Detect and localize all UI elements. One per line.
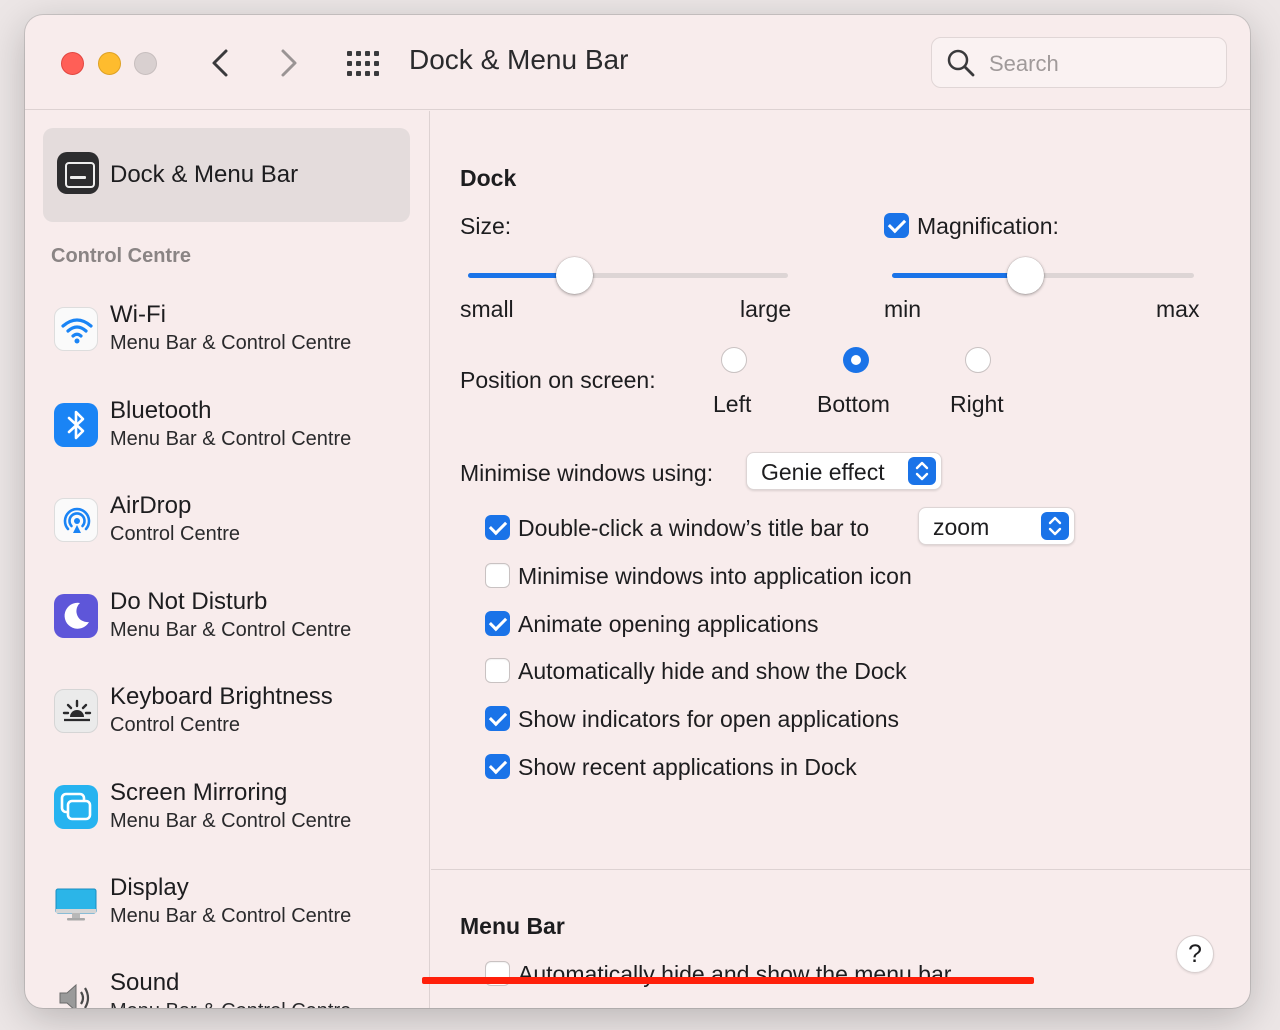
search-field[interactable]: Search — [931, 37, 1227, 88]
autohide-dock-checkbox[interactable] — [485, 658, 510, 683]
sidebar-item-dock-menu-bar[interactable]: Dock & Menu Bar — [43, 128, 410, 222]
sidebar-item-airdrop[interactable]: AirDrop Control Centre — [51, 492, 411, 572]
sidebar-item-title: Sound — [110, 969, 180, 996]
magnification-slider[interactable] — [892, 257, 1194, 294]
sidebar-item-display[interactable]: Display Menu Bar & Control Centre — [51, 874, 411, 954]
animate-label: Animate opening applications — [518, 611, 819, 637]
recent-apps-label: Show recent applications in Dock — [518, 754, 857, 780]
search-placeholder: Search — [989, 51, 1059, 76]
minimize-window-button[interactable] — [98, 52, 121, 75]
system-preferences-window: Dock & Menu Bar Search Dock & Menu Bar C… — [25, 15, 1250, 1008]
sidebar-item-subtitle: Menu Bar & Control Centre — [110, 905, 352, 927]
sidebar-item-sound[interactable]: Sound Menu Bar & Control Centre — [51, 969, 411, 1008]
bluetooth-icon — [54, 403, 98, 447]
double-click-checkbox[interactable] — [485, 515, 510, 540]
autohide-dock-label: Automatically hide and show the Dock — [518, 658, 907, 684]
position-right-label: Right — [950, 391, 1004, 417]
magnification-label: Magnification: — [917, 213, 1059, 239]
size-label: Size: — [460, 213, 512, 239]
minimise-into-icon-checkbox[interactable] — [485, 563, 510, 588]
sidebar-section-header: Control Centre — [51, 245, 191, 267]
position-left-radio[interactable] — [721, 347, 747, 373]
sidebar-item-label: Dock & Menu Bar — [110, 161, 299, 188]
minimise-into-icon-label: Minimise windows into application icon — [518, 563, 912, 589]
magnification-min-label: min — [884, 296, 922, 322]
indicators-checkbox[interactable] — [485, 706, 510, 731]
sidebar-item-screen-mirroring[interactable]: Screen Mirroring Menu Bar & Control Cent… — [51, 779, 411, 859]
magnification-checkbox[interactable] — [884, 213, 909, 238]
indicators-label: Show indicators for open applications — [518, 706, 900, 732]
chevron-left-icon — [212, 49, 228, 77]
select-value: zoom — [933, 514, 990, 540]
annotation-underline — [422, 977, 1034, 984]
section-divider — [431, 869, 1250, 870]
sidebar-item-title: Wi-Fi — [110, 301, 166, 328]
sidebar-item-keyboard-brightness[interactable]: Keyboard Brightness Control Centre — [51, 683, 411, 763]
airdrop-icon — [54, 498, 98, 542]
sidebar-item-title: Bluetooth — [110, 397, 212, 424]
sidebar-item-title: Display — [110, 874, 189, 901]
show-all-button[interactable] — [345, 49, 383, 79]
position-label: Position on screen: — [460, 367, 656, 393]
close-window-button[interactable] — [61, 52, 84, 75]
moon-icon — [54, 594, 98, 638]
minimise-effect-select[interactable]: Genie effect — [746, 452, 942, 490]
size-max-label: large — [740, 296, 792, 322]
select-value: Genie effect — [761, 459, 885, 485]
position-bottom-label: Bottom — [817, 391, 890, 417]
window-title: Dock & Menu Bar — [409, 44, 629, 75]
chevron-updown-icon — [908, 457, 936, 485]
slider-fill — [892, 273, 1025, 278]
dock-menubar-icon — [57, 152, 99, 194]
minimise-using-label: Minimise windows using: — [460, 460, 714, 486]
speaker-icon — [54, 975, 98, 1008]
back-button[interactable] — [203, 45, 239, 81]
search-icon — [947, 49, 975, 77]
sidebar-item-subtitle: Menu Bar & Control Centre — [110, 332, 352, 354]
title-bar: Dock & Menu Bar Search — [25, 15, 1250, 110]
sidebar-item-title: Keyboard Brightness — [110, 683, 333, 710]
sidebar-item-subtitle: Menu Bar & Control Centre — [110, 619, 352, 641]
sidebar-item-subtitle: Menu Bar & Control Centre — [110, 810, 352, 832]
double-click-label: Double-click a window’s title bar to — [518, 515, 870, 541]
sidebar-item-wifi[interactable]: Wi-Fi Menu Bar & Control Centre — [51, 301, 411, 381]
position-bottom-radio[interactable] — [843, 347, 869, 373]
display-icon — [54, 880, 98, 924]
sidebar-item-subtitle: Menu Bar & Control Centre — [110, 1000, 351, 1008]
forward-button[interactable] — [270, 45, 306, 81]
keyboard-brightness-icon — [54, 689, 98, 733]
sidebar-item-do-not-disturb[interactable]: Do Not Disturb Menu Bar & Control Centre — [51, 588, 411, 668]
sidebar-item-title: Screen Mirroring — [110, 779, 288, 806]
slider-knob[interactable] — [1007, 257, 1044, 294]
zoom-window-button[interactable] — [134, 52, 157, 75]
size-min-label: small — [460, 296, 514, 322]
chevron-right-icon — [281, 49, 297, 77]
sidebar-item-subtitle: Control Centre — [110, 523, 241, 545]
help-button[interactable]: ? — [1176, 935, 1214, 973]
sidebar-item-title: Do Not Disturb — [110, 588, 268, 615]
animate-checkbox[interactable] — [485, 611, 510, 636]
slider-knob[interactable] — [556, 257, 593, 294]
recent-apps-checkbox[interactable] — [485, 754, 510, 779]
sidebar: Dock & Menu Bar Control Centre Wi-Fi Men… — [25, 111, 430, 1008]
wifi-icon — [54, 307, 98, 351]
sidebar-item-subtitle: Control Centre — [110, 714, 241, 736]
grid-icon — [347, 51, 379, 76]
chevron-updown-icon — [1041, 512, 1069, 540]
menu-bar-heading: Menu Bar — [460, 913, 565, 939]
position-left-label: Left — [713, 391, 752, 417]
sidebar-item-bluetooth[interactable]: Bluetooth Menu Bar & Control Centre — [51, 397, 411, 477]
sidebar-item-title: AirDrop — [110, 492, 192, 519]
sidebar-item-subtitle: Menu Bar & Control Centre — [110, 428, 352, 450]
magnification-max-label: max — [1156, 296, 1200, 322]
dock-heading: Dock — [460, 165, 517, 191]
size-slider[interactable] — [468, 257, 788, 294]
dock-settings-panel: Dock Size: Magnification: small large mi… — [431, 111, 1250, 1008]
position-right-radio[interactable] — [965, 347, 991, 373]
screen-mirroring-icon — [54, 785, 98, 829]
double-click-action-select[interactable]: zoom — [918, 507, 1075, 545]
